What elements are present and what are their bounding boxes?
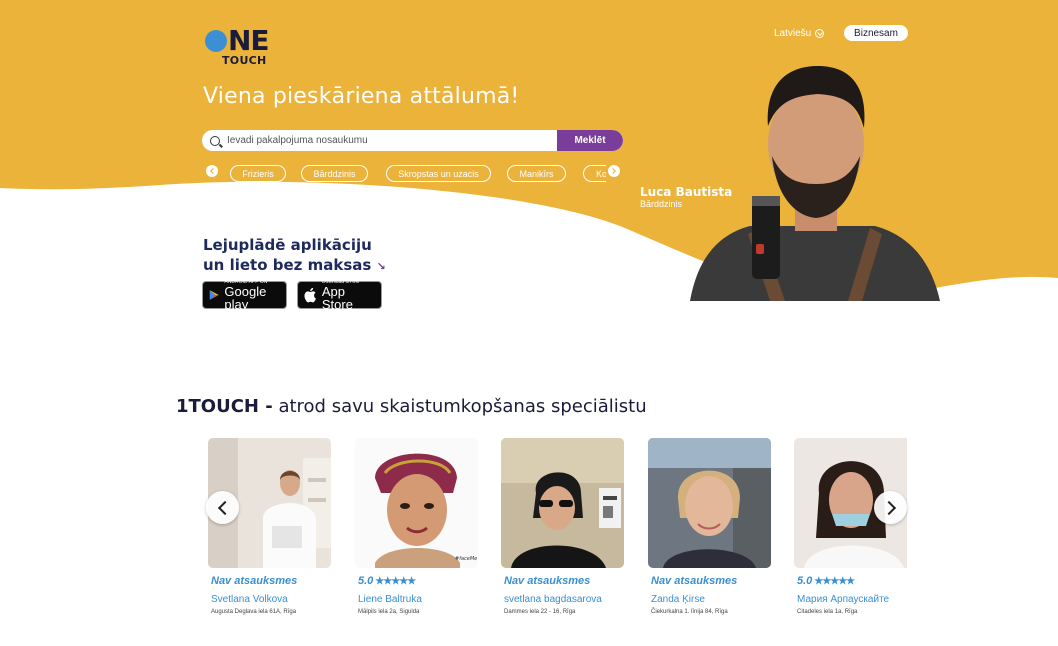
category-carousel: Frizieris Bārddzinis Skropstas un uzacis… — [206, 165, 620, 183]
rating-stars-icon: ★★★★★ — [375, 575, 416, 587]
rating-value: 5.0 — [358, 575, 374, 587]
section-title-text: atrod savu skaistumkopšanas speciālistu — [272, 396, 647, 417]
specialist-name[interactable]: Svetlana Volkova — [208, 594, 331, 605]
app-store-label: App Store — [321, 284, 353, 312]
specialist-card[interactable]: #faceMe 5.0 ★★★★★ Liene Baltruka Mālpils … — [355, 438, 478, 615]
category-chip-kosmetologs[interactable]: Kosmetologs — [583, 165, 606, 182]
specialist-rating: 5.0 ★★★★★ — [794, 574, 917, 588]
download-heading: Lejuplādē aplikāciju un lieto bez maksas… — [203, 235, 386, 277]
specialist-address: Mālpils iela 2a, Sigulda — [358, 609, 420, 615]
chevron-right-icon[interactable] — [608, 165, 620, 177]
apple-icon — [304, 287, 316, 303]
specialist-address: Čiekurkalna 1. līnija 84, Rīga — [651, 609, 728, 615]
specialist-address: Dammes iela 22 - 16, Rīga — [504, 609, 576, 615]
specialist-name[interactable]: Мария Арпаускайте — [794, 594, 917, 605]
category-chip-skropstas[interactable]: Skropstas un uzacis — [386, 165, 491, 182]
logo-subtitle: TOUCH — [222, 54, 267, 67]
section-title-brand: 1TOUCH - — [176, 396, 273, 417]
specialist-rating: Nav atsauksmes — [501, 574, 624, 588]
category-list: Frizieris Bārddzinis Skropstas un uzacis… — [230, 165, 606, 183]
arrow-down-right-icon: ↘ — [376, 260, 386, 273]
search-input[interactable] — [227, 135, 557, 146]
specialist-name[interactable]: svetlana bagdasarova — [501, 594, 624, 605]
hero-title: Viena pieskāriena attālumā! — [203, 84, 520, 109]
search-icon — [210, 135, 220, 146]
specialist-photo: #faceMe — [355, 438, 478, 568]
category-chip-manikirs[interactable]: Manikīrs — [507, 165, 566, 182]
specialist-rating: Nav atsauksmes — [208, 574, 331, 588]
carousel-prev-button[interactable] — [206, 491, 239, 524]
logo-wordmark: NE — [205, 27, 270, 55]
google-play-icon — [209, 290, 219, 300]
chevron-down-icon — [815, 29, 825, 38]
search-bar: Meklēt — [202, 130, 623, 151]
featured-barber-photo — [690, 66, 940, 301]
business-button[interactable]: Biznesam — [844, 25, 908, 41]
featured-name: Luca Bautista — [640, 185, 733, 199]
specialist-card[interactable]: 5.0 ★★★★★ Мария Арпаускайте Citadeles iel… — [794, 438, 917, 615]
specialist-card[interactable]: Nav atsauksmes Zanda Ķirse Čiekurkalna 1… — [648, 438, 771, 615]
download-heading-line2: un lieto bez maksas — [203, 256, 372, 274]
google-play-label: Google play — [224, 284, 267, 312]
specialist-card[interactable]: Nav atsauksmes Svetlana Volkova Augusta … — [208, 438, 331, 615]
specialist-address: Augusta Deglava iela 61A, Rīga — [211, 609, 297, 615]
carousel-next-button[interactable] — [874, 491, 907, 524]
google-play-button[interactable]: ANDROID APP ON Google play — [202, 279, 287, 312]
specialist-photo — [501, 438, 624, 568]
specialist-name[interactable]: Zanda Ķirse — [648, 594, 771, 605]
category-chip-barddzinis[interactable]: Bārddzinis — [301, 165, 368, 182]
rating-value: Nav atsauksmes — [211, 575, 298, 587]
logo-circle-icon — [205, 30, 227, 52]
language-label: Latviešu — [774, 28, 812, 39]
rating-stars-icon: ★★★★★ — [814, 575, 855, 587]
specialist-rating: Nav atsauksmes — [648, 574, 771, 588]
specialist-rating: 5.0 ★★★★★ — [355, 574, 478, 588]
specialist-card[interactable]: Nav atsauksmes svetlana bagdasarova Damm… — [501, 438, 624, 615]
search-button[interactable]: Meklēt — [557, 130, 623, 151]
svg-text:#faceMe: #faceMe — [455, 556, 477, 562]
onetouch-logo[interactable]: NE TOUCH — [205, 27, 275, 67]
section-title: 1TOUCH - atrod savu skaistumkopšanas spe… — [176, 396, 647, 417]
chevron-left-icon[interactable] — [206, 165, 218, 177]
specialist-address: Citadeles iela 1a, Rīga — [797, 609, 858, 615]
rating-value: Nav atsauksmes — [504, 575, 591, 587]
download-heading-line1: Lejuplādē aplikāciju — [203, 236, 372, 254]
language-selector[interactable]: Latviešu — [774, 28, 825, 39]
category-chip-frizieris[interactable]: Frizieris — [230, 165, 286, 182]
specialist-photo — [648, 438, 771, 568]
rating-value: Nav atsauksmes — [651, 575, 738, 587]
app-store-button[interactable]: Download on the App Store — [297, 279, 382, 312]
specialist-name[interactable]: Liene Baltruka — [355, 594, 478, 605]
featured-role: Bārddzinis — [640, 199, 683, 209]
rating-value: 5.0 — [797, 575, 813, 587]
